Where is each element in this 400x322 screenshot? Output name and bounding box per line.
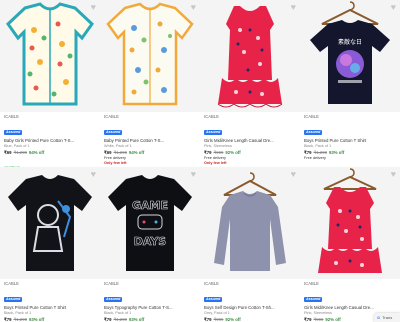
product-card[interactable]: ♥ ICABLE Assured Boys Printed Pure Cotto…	[0, 167, 100, 322]
google-translate-icon: G	[377, 315, 381, 320]
discount: 93% off	[29, 317, 45, 322]
dress-image	[318, 168, 382, 273]
product-price: ₹79 ₹1,299 93% off	[304, 149, 396, 156]
shirt-image	[6, 2, 94, 106]
price-mrp: ₹1,299	[113, 317, 128, 322]
assured-badge: Assured	[204, 130, 223, 135]
price-mrp: ₹999	[213, 150, 224, 155]
discount: 94% off	[29, 150, 45, 155]
wishlist-heart-icon[interactable]: ♥	[91, 169, 96, 179]
translate-label: Trans	[382, 315, 393, 320]
product-price: ₹69 ₹1,299 94% off	[104, 149, 196, 156]
price-mrp: ₹1,299	[13, 317, 28, 322]
product-image[interactable]: ♥	[200, 0, 300, 112]
product-brand: ICABLE	[304, 281, 319, 286]
free-delivery: Free delivery	[304, 156, 326, 160]
only-few-left: Only few left	[204, 161, 227, 165]
product-brand: ICABLE	[204, 281, 219, 286]
wishlist-heart-icon[interactable]: ♥	[291, 169, 296, 179]
assured-badge: Assured	[104, 130, 123, 135]
product-card[interactable]: ♥ ICABLE Assured Girls Midi/Knee Length …	[300, 167, 400, 322]
product-price: ₹79 ₹1,299 93% off	[4, 316, 96, 322]
product-card[interactable]: GAME DAYS ♥ ICABLE Assured Boys Typograp…	[100, 167, 200, 322]
product-brand: ICABLE	[4, 281, 19, 286]
product-card[interactable]: ♥ ICABLE Assured Baby Girls Printed Pure…	[0, 0, 100, 180]
assured-badge: Assured	[304, 130, 323, 135]
discount: 92% off	[325, 317, 341, 322]
tshirt-image: 素敵な日	[310, 1, 390, 104]
assured-badge: Assured	[4, 297, 23, 302]
price-mrp: ₹999	[213, 317, 224, 322]
product-card[interactable]: 素敵な日 ♥ ICABLE Assured Boys Printed Pure …	[300, 0, 400, 161]
print-days: DAYS	[134, 235, 167, 248]
price-mrp: ₹1,299	[313, 150, 328, 155]
product-card[interactable]: ♥ ICABLE Assured Baby Printed Pure Cotto…	[100, 0, 200, 166]
product-price: ₹69 ₹1,299 94% off	[4, 149, 96, 156]
shirt-image	[106, 2, 194, 106]
assured-badge: Assured	[204, 297, 223, 302]
assured-badge: Assured	[104, 297, 123, 302]
wishlist-heart-icon[interactable]: ♥	[191, 169, 196, 179]
product-brand: ICABLE	[104, 281, 119, 286]
product-image[interactable]: ♥	[100, 0, 200, 112]
product-brand: ICABLE	[4, 114, 19, 119]
wishlist-heart-icon[interactable]: ♥	[391, 169, 396, 179]
print-game: GAME	[132, 199, 168, 212]
price-now: ₹79	[204, 150, 212, 155]
assured-badge: Assured	[304, 297, 323, 302]
discount: 93% off	[329, 150, 345, 155]
price-mrp: ₹1,299	[13, 150, 28, 155]
price-now: ₹69	[4, 150, 12, 155]
product-price: ₹79 ₹1,299 93% off	[104, 316, 196, 322]
dress-image	[217, 6, 283, 108]
product-image[interactable]: ♥	[300, 167, 400, 279]
price-now: ₹79	[4, 317, 12, 322]
price-mrp: ₹999	[313, 317, 324, 322]
discount: 93% off	[129, 317, 145, 322]
product-image[interactable]: ♥	[200, 167, 300, 279]
price-now: ₹79	[304, 317, 312, 322]
translate-button[interactable]: G Trans	[374, 313, 400, 322]
discount: 92% off	[225, 150, 241, 155]
price-now: ₹79	[104, 317, 112, 322]
longsleeve-image	[214, 172, 286, 271]
product-card[interactable]: ♥ ICABLE Assured Girls Midi/Knee Length …	[200, 0, 300, 166]
product-grid: ♥ ICABLE Assured Baby Girls Printed Pure…	[0, 0, 400, 322]
assured-badge: Assured	[4, 130, 23, 135]
only-few-left: Only few left	[104, 161, 127, 165]
price-now: ₹79	[304, 150, 312, 155]
product-image[interactable]: GAME DAYS ♥	[100, 167, 200, 279]
wishlist-heart-icon[interactable]: ♥	[291, 2, 296, 12]
product-card[interactable]: ♥ ICABLE Assured Boys Self Design Pure C…	[200, 167, 300, 322]
discount: 92% off	[225, 317, 241, 322]
tee-print-text: 素敵な日	[338, 38, 362, 46]
product-brand: ICABLE	[304, 114, 319, 119]
tshirt-image: GAME DAYS	[108, 175, 192, 271]
wishlist-heart-icon[interactable]: ♥	[391, 2, 396, 12]
product-price: ₹79 ₹999 92% off	[204, 149, 296, 156]
product-brand: ICABLE	[204, 114, 219, 119]
price-mrp: ₹1,299	[113, 150, 128, 155]
wishlist-heart-icon[interactable]: ♥	[191, 2, 196, 12]
wishlist-heart-icon[interactable]: ♥	[91, 2, 96, 12]
discount: 94% off	[129, 150, 145, 155]
product-price: ₹79 ₹999 92% off	[204, 316, 296, 322]
product-brand: ICABLE	[104, 114, 119, 119]
price-now: ₹69	[104, 150, 112, 155]
price-now: ₹79	[204, 317, 212, 322]
product-image[interactable]: ♥	[0, 0, 100, 112]
tshirt-image	[8, 175, 92, 271]
product-image[interactable]: 素敵な日 ♥	[300, 0, 400, 112]
product-image[interactable]: ♥	[0, 167, 100, 279]
